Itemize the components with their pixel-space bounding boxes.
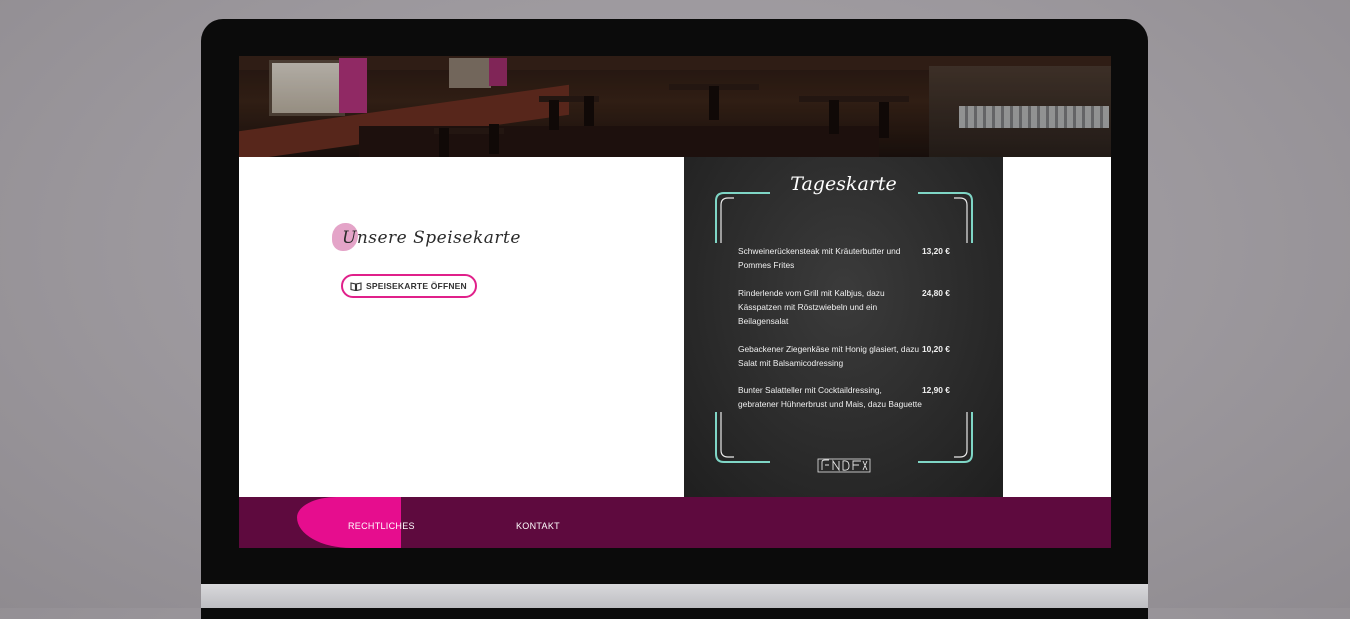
right-white-panel: [1003, 157, 1111, 497]
menu-item-name: Schweinerückensteak mit Kräuterbutter un…: [738, 246, 901, 270]
chalkboard-daily-menu: Tageskarte Schweinerückensteak mit Kräut…: [684, 157, 1003, 497]
frame-corner-bottom-left: [715, 412, 770, 463]
menu-section-title: Unsere Speisekarte: [342, 228, 521, 248]
menu-item-name: Gebackener Ziegenkäse mit Honig glasiert…: [738, 344, 920, 368]
website-screen: Unsere Speisekarte SPEISEKARTE ÖFFNEN Ta…: [239, 56, 1111, 548]
restaurant-logo-icon: [817, 458, 871, 473]
frame-corner-top-right: [918, 192, 973, 243]
frame-corner-top-left: [715, 192, 770, 243]
monitor-stand: [201, 584, 1148, 608]
menu-item-name: Rinderlende vom Grill mit Kalbjus, dazu …: [738, 288, 885, 326]
frame-corner-bottom-right: [918, 412, 973, 463]
hero-restaurant-image: [239, 56, 1111, 157]
open-menu-button-label: SPEISEKARTE ÖFFNEN: [366, 281, 467, 291]
menu-item-name: Bunter Salatteller mit Cocktaildressing,…: [738, 385, 922, 409]
footer-link-kontakt[interactable]: KONTAKT: [516, 521, 560, 531]
menu-item-price: 10,20 €: [922, 344, 950, 354]
site-footer: RECHTLICHES KONTAKT: [239, 497, 1111, 548]
menu-item-price: 12,90 €: [922, 385, 950, 395]
book-open-icon: [350, 281, 362, 291]
open-menu-button[interactable]: SPEISEKARTE ÖFFNEN: [341, 274, 477, 298]
menu-item-price: 13,20 €: [922, 246, 950, 256]
footer-link-rechtliches[interactable]: RECHTLICHES: [348, 521, 415, 531]
menu-item-price: 24,80 €: [922, 288, 950, 298]
